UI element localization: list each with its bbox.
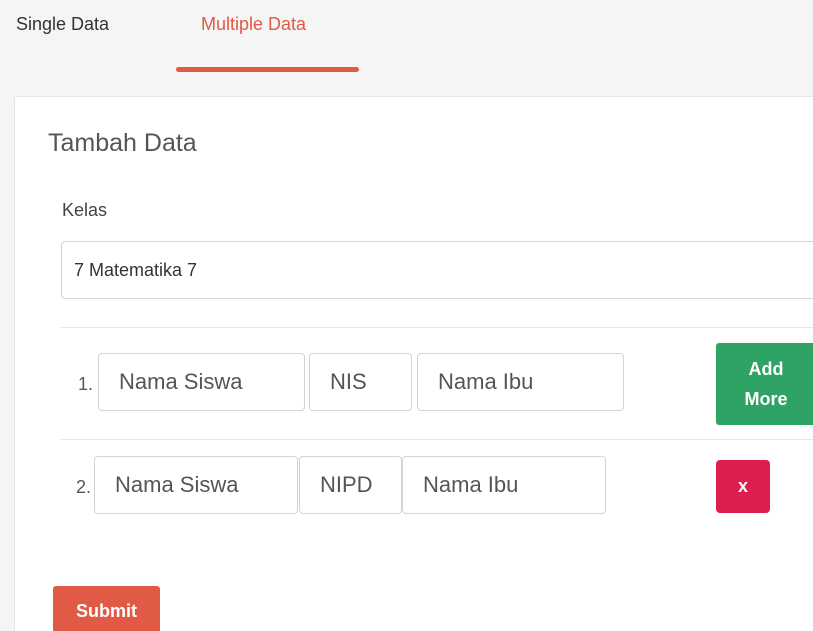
nipd-input[interactable] — [299, 456, 402, 514]
nama-siswa-input[interactable] — [98, 353, 305, 411]
tab-multiple-data[interactable]: Multiple Data — [201, 14, 306, 35]
remove-row-button[interactable]: x — [716, 460, 770, 513]
nama-siswa-input[interactable] — [94, 456, 298, 514]
add-more-button[interactable]: Add More — [716, 343, 813, 425]
add-more-label-line2: More — [744, 389, 788, 409]
form-card: Tambah Data Kelas 7 Matematika 7 1. Add … — [14, 96, 813, 631]
page: Single Data Multiple Data Tambah Data Ke… — [0, 0, 813, 631]
page-title: Tambah Data — [48, 129, 197, 157]
kelas-select-value: 7 Matematika 7 — [74, 259, 198, 280]
nama-ibu-input[interactable] — [402, 456, 606, 514]
kelas-select[interactable]: 7 Matematika 7 — [61, 241, 813, 299]
active-tab-indicator — [176, 67, 359, 72]
row-number: 2. — [76, 477, 92, 497]
add-more-label-line1: Add — [748, 359, 784, 379]
nama-ibu-input[interactable] — [417, 353, 624, 411]
row-number: 1. — [78, 374, 94, 394]
tab-single-data[interactable]: Single Data — [16, 14, 109, 35]
divider — [61, 439, 813, 440]
tab-bar: Single Data Multiple Data — [0, 0, 813, 75]
submit-button[interactable]: Submit — [53, 586, 160, 631]
nis-input[interactable] — [309, 353, 412, 411]
divider — [61, 327, 813, 328]
kelas-label: Kelas — [62, 200, 108, 220]
